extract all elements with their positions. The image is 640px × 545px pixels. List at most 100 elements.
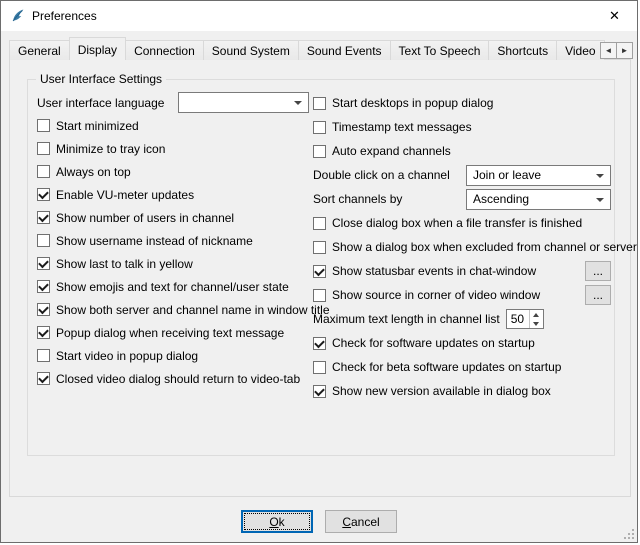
double-click-label: Double click on a channel (313, 168, 450, 182)
checkbox-label: Show username instead of nickname (56, 234, 253, 248)
checkbox[interactable] (37, 326, 50, 339)
checkbox[interactable] (37, 211, 50, 224)
checkbox-row: Show emojis and text for channel/user st… (37, 275, 309, 298)
checkbox-label: Show emojis and text for channel/user st… (56, 280, 289, 294)
checkbox-label: Start video in popup dialog (56, 349, 198, 363)
checkbox[interactable] (313, 289, 326, 302)
statusbar-events-more-button[interactable]: ... (585, 261, 611, 281)
chevron-down-icon (596, 198, 604, 202)
double-click-value: Join or leave (473, 168, 541, 182)
checkbox[interactable] (37, 234, 50, 247)
tab-display[interactable]: Display (69, 37, 126, 60)
tab-scroll-left-icon[interactable]: ◄ (600, 42, 617, 59)
checkbox[interactable] (313, 145, 326, 158)
language-label: User interface language (37, 96, 164, 110)
checkbox[interactable] (37, 257, 50, 270)
video-source-more-button[interactable]: ... (585, 285, 611, 305)
checkbox-label: Show last to talk in yellow (56, 257, 193, 271)
checkbox-label: Show source in corner of video window (332, 288, 540, 302)
checkbox-row: Popup dialog when receiving text message (37, 321, 309, 344)
tab-sound-events[interactable]: Sound Events (298, 40, 391, 60)
checkbox-row: Check for software updates on startup (313, 331, 611, 355)
checkbox-row: Show new version available in dialog box (313, 379, 611, 403)
ok-rest: k (279, 515, 285, 529)
checkbox[interactable] (37, 165, 50, 178)
spinner-arrows (529, 310, 543, 328)
sort-channels-label: Sort channels by (313, 192, 402, 206)
checkbox[interactable] (37, 119, 50, 132)
close-icon[interactable]: ✕ (592, 1, 637, 30)
spinner-up-icon[interactable] (530, 310, 543, 319)
app-icon (10, 8, 26, 24)
checkbox-row: Show a dialog box when excluded from cha… (313, 235, 611, 259)
ok-button[interactable]: Ok (241, 510, 313, 533)
double-click-row: Double click on a channel Join or leave (313, 163, 611, 187)
checkbox[interactable] (313, 121, 326, 134)
max-text-length-value: 50 (507, 310, 529, 328)
checkbox-row: Check for beta software updates on start… (313, 355, 611, 379)
checkbox-row: Start minimized (37, 114, 309, 137)
max-text-length-spinner[interactable]: 50 (506, 309, 544, 329)
sort-channels-row: Sort channels by Ascending (313, 187, 611, 211)
statusbar-events-row: Show statusbar events in chat-window ... (313, 259, 611, 283)
checkbox[interactable] (37, 303, 50, 316)
checkbox-label: Enable VU-meter updates (56, 188, 194, 202)
checkbox-label: Auto expand channels (332, 144, 451, 158)
tab-strip: General Display Connection Sound System … (9, 37, 613, 60)
ok-accel: O (269, 515, 278, 529)
checkbox[interactable] (313, 265, 326, 278)
tab-sound-system[interactable]: Sound System (203, 40, 299, 60)
checkbox-row: Start video in popup dialog (37, 344, 309, 367)
checkbox-row: Show username instead of nickname (37, 229, 309, 252)
checkbox[interactable] (313, 217, 326, 230)
checkbox-label: Timestamp text messages (332, 120, 472, 134)
checkbox[interactable] (313, 241, 326, 254)
left-column: User interface language Start minimized … (37, 91, 309, 390)
tab-shortcuts[interactable]: Shortcuts (488, 40, 557, 60)
tab-scroll: ◄ ► (601, 42, 633, 59)
language-combobox[interactable] (178, 92, 309, 113)
tab-video[interactable]: Video (556, 40, 604, 60)
checkbox[interactable] (37, 188, 50, 201)
checkbox[interactable] (313, 385, 326, 398)
tab-text-to-speech[interactable]: Text To Speech (390, 40, 490, 60)
preferences-dialog: Preferences ✕ General Display Connection… (0, 0, 638, 543)
title-bar: Preferences ✕ (1, 1, 637, 31)
checkbox-label: Start desktops in popup dialog (332, 96, 493, 110)
checkbox-row: Minimize to tray icon (37, 137, 309, 160)
language-row: User interface language (37, 91, 309, 114)
checkbox[interactable] (37, 349, 50, 362)
cancel-rest: ancel (351, 515, 380, 529)
checkbox[interactable] (37, 280, 50, 293)
checkbox-label: Popup dialog when receiving text message (56, 326, 284, 340)
checkbox-row: Show both server and channel name in win… (37, 298, 309, 321)
sort-channels-combobox[interactable]: Ascending (466, 189, 611, 210)
checkbox-label: Show number of users in channel (56, 211, 234, 225)
checkbox-label: Check for software updates on startup (332, 336, 535, 350)
checkbox-row: Start desktops in popup dialog (313, 91, 611, 115)
double-click-combobox[interactable]: Join or leave (466, 165, 611, 186)
max-text-length-row: Maximum text length in channel list 50 (313, 307, 611, 331)
checkbox-row: Always on top (37, 160, 309, 183)
checkbox[interactable] (313, 337, 326, 350)
cancel-button[interactable]: Cancel (325, 510, 397, 533)
checkbox[interactable] (313, 361, 326, 374)
group-title: User Interface Settings (36, 72, 166, 86)
checkbox[interactable] (37, 142, 50, 155)
checkbox-label: Show statusbar events in chat-window (332, 264, 536, 278)
cancel-accel: C (342, 515, 351, 529)
checkbox-row: Show number of users in channel (37, 206, 309, 229)
tab-general[interactable]: General (9, 40, 70, 60)
spinner-down-icon[interactable] (530, 319, 543, 328)
checkbox-row: Auto expand channels (313, 139, 611, 163)
dialog-buttons: Ok Cancel (1, 510, 637, 533)
checkbox[interactable] (313, 97, 326, 110)
right-column: Start desktops in popup dialog Timestamp… (313, 91, 611, 403)
checkbox[interactable] (37, 372, 50, 385)
tab-connection[interactable]: Connection (125, 40, 204, 60)
checkbox-row: Show last to talk in yellow (37, 252, 309, 275)
tab-scroll-right-icon[interactable]: ► (616, 42, 633, 59)
chevron-down-icon (596, 174, 604, 178)
window-title: Preferences (32, 9, 97, 23)
checkbox-label: Closed video dialog should return to vid… (56, 372, 300, 386)
